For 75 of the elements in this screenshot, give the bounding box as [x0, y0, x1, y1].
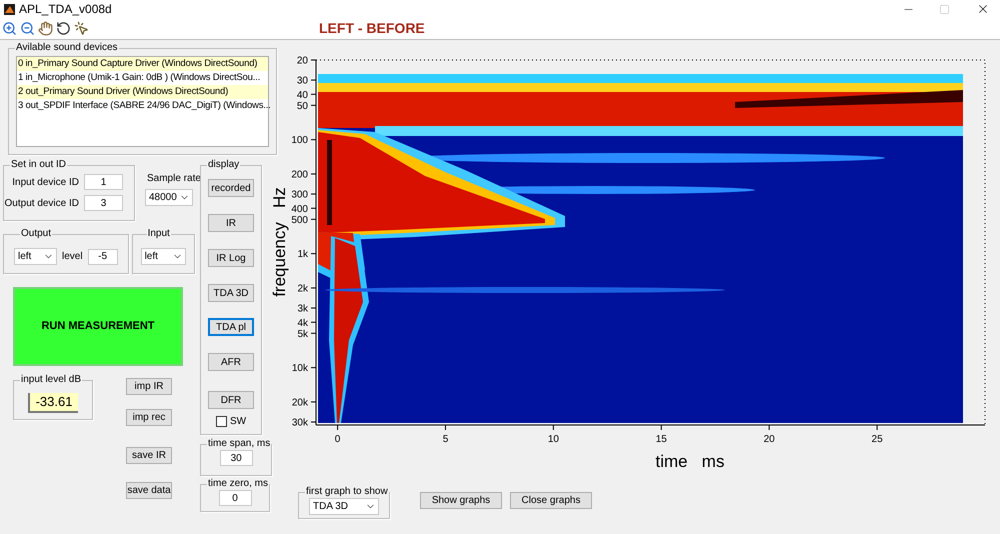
group-title: first graph to show — [306, 486, 388, 497]
push-button[interactable]: imp IR — [126, 378, 172, 395]
tick-label: 300 — [291, 190, 308, 201]
push-button[interactable]: IR Log — [208, 249, 254, 267]
hand-icon[interactable] — [38, 21, 53, 36]
run-button[interactable]: RUN MEASUREMENT — [13, 287, 183, 366]
tick-label: 400 — [291, 204, 308, 215]
push-button[interactable]: Show graphs — [420, 492, 502, 509]
rotate-icon[interactable] — [56, 21, 71, 36]
push-button[interactable]: IR — [208, 214, 254, 232]
tick-label: 1k — [297, 249, 308, 260]
list-item[interactable]: 3 out_SPDIF Interface (SABRE 24/96 DAC_DigiT) (Windows... — [17, 99, 268, 113]
checkbox[interactable] — [216, 416, 227, 427]
group-title: display — [208, 159, 240, 170]
tick-label: 20k — [292, 397, 308, 408]
window-title: APL_TDA_v008d — [19, 1, 112, 18]
input-field[interactable]: 3 — [84, 195, 123, 211]
tick-label: 2k — [297, 283, 308, 294]
group-title: time span, ms — [208, 438, 270, 449]
tick-label: 50 — [296, 100, 308, 112]
dropdown[interactable]: left — [140, 248, 186, 265]
group-title: Output — [21, 228, 52, 239]
input-field[interactable]: 30 — [220, 450, 253, 466]
push-button[interactable]: TDA pl — [208, 318, 254, 336]
dropdown[interactable]: left — [14, 248, 57, 265]
group-title: Input — [148, 228, 170, 239]
group-title: time zero, ms — [208, 478, 268, 489]
list-item[interactable]: 0 in_Primary Sound Capture Driver (Windows DirectSound) — [17, 57, 268, 71]
tick-label: 20 — [764, 434, 775, 445]
push-button[interactable]: save data — [126, 482, 172, 499]
dropdown[interactable]: TDA 3D — [309, 498, 379, 515]
group-title: Avilable sound devices — [16, 42, 118, 53]
input-field[interactable]: -5 — [88, 248, 118, 264]
tick-label: 5k — [297, 328, 308, 340]
tick-label: 10k — [292, 363, 308, 374]
push-button[interactable]: DFR — [208, 391, 254, 409]
tick-label: 25 — [872, 434, 883, 445]
zoom-out-icon[interactable] — [20, 21, 35, 36]
input-field[interactable]: 1 — [84, 174, 123, 190]
push-button[interactable]: save IR — [126, 447, 172, 464]
push-button[interactable]: TDA 3D — [208, 284, 254, 302]
tick-label: 30 — [296, 76, 308, 87]
tick-label: 30k — [292, 418, 308, 428]
axis-title: frequency Hz — [270, 187, 289, 297]
input-field[interactable]: 0 — [218, 490, 252, 506]
tick-label: 10 — [548, 434, 559, 445]
checkbox-label: SW — [230, 415, 246, 429]
push-button[interactable]: AFR — [208, 353, 254, 371]
tick-label: 200 — [291, 169, 308, 180]
tick-label: 20 — [296, 56, 308, 66]
plot-heading: LEFT - BEFORE — [319, 19, 425, 38]
tick-label: 500 — [291, 214, 308, 226]
group-title: Set in out ID — [11, 159, 66, 170]
axis-title: time ms — [656, 452, 724, 471]
group-title: input level dB — [21, 374, 82, 385]
push-button[interactable]: Close graphs — [510, 492, 592, 509]
level-readout: -33.61 — [28, 392, 78, 412]
push-button[interactable]: recorded — [208, 179, 254, 197]
field-label: Sample rate — [147, 172, 201, 186]
tick-label: 4k — [297, 318, 308, 329]
field-label: Output device ID — [4, 196, 80, 210]
tick-label: 15 — [656, 434, 667, 445]
app-icon — [4, 4, 15, 14]
tick-label: 3k — [297, 304, 308, 315]
tick-label: 5 — [442, 434, 448, 445]
zoom-in-icon[interactable] — [2, 21, 17, 36]
tick-label: 100 — [291, 135, 308, 146]
dropdown[interactable]: 48000 — [145, 189, 193, 206]
cursor-icon[interactable] — [74, 21, 89, 36]
field-label: Input device ID — [11, 176, 80, 190]
push-button[interactable]: imp rec — [126, 409, 172, 426]
tick-label: 0 — [334, 434, 340, 445]
tick-label: 40 — [296, 90, 308, 101]
field-label: level — [62, 250, 83, 264]
list-item[interactable]: 2 out_Primary Sound Driver (Windows DirectSound) — [17, 85, 268, 99]
